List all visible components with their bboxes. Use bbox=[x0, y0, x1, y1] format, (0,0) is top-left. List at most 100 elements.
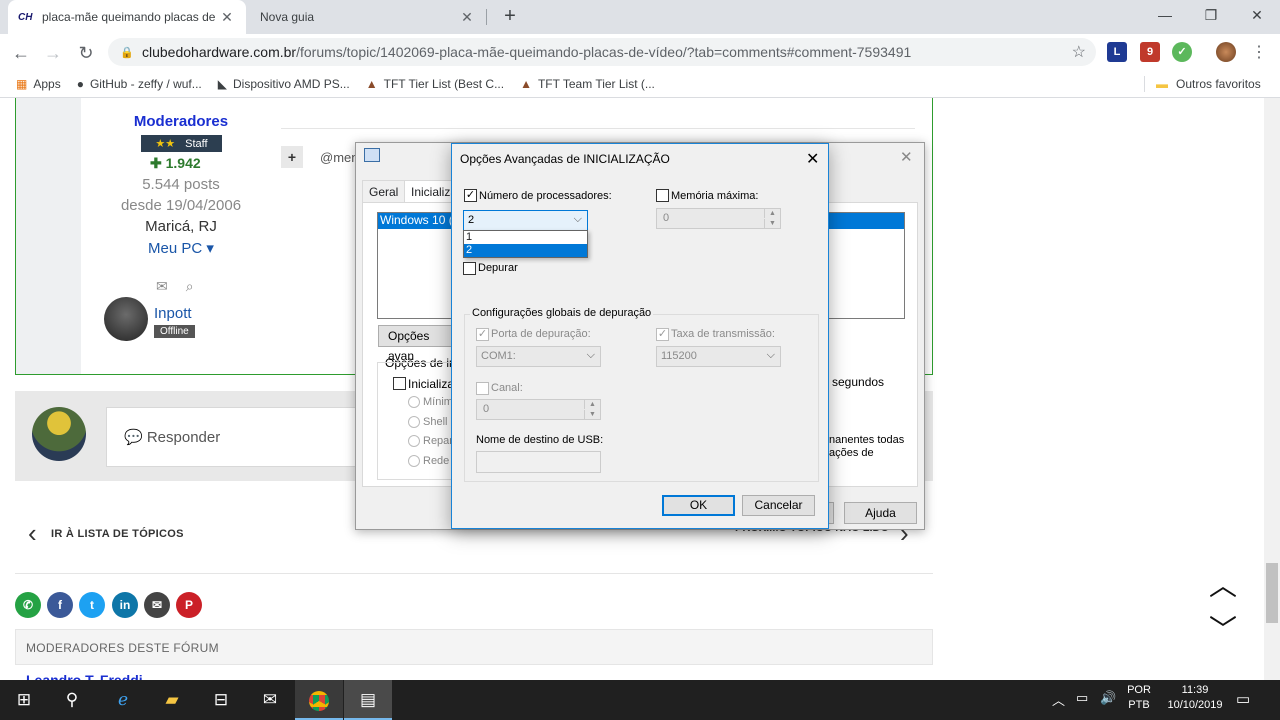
bookmark-tft-2[interactable]: ▲ TFT Team Tier List (... bbox=[520, 77, 655, 91]
ok-button[interactable]: OK bbox=[662, 495, 735, 516]
back-to-topics-link[interactable]: ‹ IR À LISTA DE TÓPICOS bbox=[28, 518, 184, 549]
dropdown-option-selected[interactable]: 2 bbox=[464, 244, 587, 257]
profile-avatar[interactable] bbox=[1216, 42, 1236, 62]
tft-icon: ▲ bbox=[520, 76, 532, 91]
author-column bbox=[16, 98, 81, 374]
network-icon[interactable]: ▭ bbox=[1076, 690, 1088, 706]
tab-general[interactable]: Geral bbox=[362, 180, 406, 202]
edge-icon[interactable]: ℯ bbox=[99, 680, 147, 720]
num-processors-select[interactable]: 2 ⌵ bbox=[463, 210, 588, 231]
permanent-label-2: ações de bbox=[829, 447, 874, 459]
other-favorites-label: Outros favoritos bbox=[1176, 77, 1261, 91]
radio-repair[interactable] bbox=[408, 435, 420, 447]
baud-rate-checkbox[interactable]: ✓ bbox=[656, 328, 669, 341]
back-button[interactable]: ← bbox=[8, 40, 34, 66]
my-pc-link[interactable]: Meu PC ▾ bbox=[81, 239, 281, 257]
mail-icon[interactable]: ✉ bbox=[246, 680, 294, 720]
spin-up-icon[interactable]: ▲ bbox=[584, 400, 600, 409]
extension-icon[interactable]: ✓ bbox=[1172, 42, 1192, 62]
avatar[interactable] bbox=[104, 297, 148, 341]
baud-rate-select[interactable]: 115200 ⌵ bbox=[656, 346, 781, 367]
moderator-link[interactable]: Leandro T. Freddi... bbox=[26, 672, 154, 680]
max-memory-checkbox[interactable] bbox=[656, 189, 669, 202]
close-tab-icon[interactable]: ✕ bbox=[458, 9, 476, 26]
plus-circle-icon: ✚ bbox=[150, 155, 166, 171]
pinterest-icon[interactable]: P bbox=[176, 592, 202, 618]
twitter-icon[interactable]: t bbox=[79, 592, 105, 618]
forward-button[interactable]: → bbox=[40, 40, 66, 66]
maximize-button[interactable]: ❐ bbox=[1188, 0, 1234, 30]
help-button[interactable]: Ajuda bbox=[844, 502, 917, 524]
msconfig-icon bbox=[364, 148, 380, 162]
mail-icon[interactable]: ✉ bbox=[156, 278, 168, 295]
site-favicon: CH bbox=[18, 11, 33, 23]
radio-minimal[interactable] bbox=[408, 396, 420, 408]
debug-port-checkbox[interactable]: ✓ bbox=[476, 328, 489, 341]
scroll-down-icon[interactable]: ﹀ bbox=[1208, 608, 1238, 648]
max-memory-spinner[interactable]: 0 ▲ ▼ bbox=[656, 208, 781, 229]
chrome-icon[interactable] bbox=[295, 680, 343, 720]
scroll-thumb[interactable] bbox=[1266, 563, 1278, 623]
radio-shell[interactable] bbox=[408, 416, 420, 428]
menu-icon[interactable]: ⋮ bbox=[1246, 40, 1272, 66]
facebook-icon[interactable]: f bbox=[47, 592, 73, 618]
whatsapp-icon[interactable]: ✆ bbox=[15, 592, 41, 618]
bookmark-apps[interactable]: ▦ Apps bbox=[16, 77, 61, 91]
new-tab-button[interactable]: + bbox=[498, 4, 522, 28]
close-icon[interactable]: ✕ bbox=[806, 149, 819, 169]
dropdown-option[interactable]: 1 bbox=[464, 231, 587, 244]
file-explorer-icon[interactable]: ▰ bbox=[148, 680, 196, 720]
other-favorites[interactable]: ▬ Outros favoritos bbox=[1156, 70, 1261, 98]
msconfig-taskbar-icon[interactable]: ▤ bbox=[344, 680, 392, 720]
expand-button[interactable]: + bbox=[281, 146, 303, 168]
spin-down-icon[interactable]: ▼ bbox=[584, 410, 600, 419]
clock[interactable]: 11:39 10/10/2019 bbox=[1160, 684, 1230, 711]
scroll-up-icon[interactable]: ︿ bbox=[1208, 564, 1238, 604]
chevron-down-icon: ⌵ bbox=[586, 349, 595, 361]
spin-down-icon[interactable]: ▼ bbox=[764, 219, 780, 228]
tab-active[interactable]: CH placa-mãe queimando placas de ✕ bbox=[8, 0, 246, 34]
bookmark-github[interactable]: ● GitHub - zeffy / wuf... bbox=[77, 77, 202, 91]
tab-new[interactable]: Nova guia ✕ bbox=[250, 0, 486, 34]
username[interactable]: Inpott bbox=[154, 305, 192, 322]
cancel-button[interactable]: Cancelar bbox=[742, 495, 815, 516]
minimize-button[interactable]: — bbox=[1142, 0, 1188, 30]
num-processors-checkbox[interactable]: ✓ bbox=[464, 189, 477, 202]
email-icon[interactable]: ✉ bbox=[144, 592, 170, 618]
chevron-up-icon[interactable]: ︿ bbox=[1052, 690, 1065, 709]
store-icon[interactable]: ⊟ bbox=[197, 680, 245, 720]
channel-spinner[interactable]: 0 ▲ ▼ bbox=[476, 399, 601, 420]
debug-port-label: Porta de depuração: bbox=[491, 328, 591, 340]
usb-target-input[interactable] bbox=[476, 451, 601, 473]
advanced-options-button[interactable]: Opções avan bbox=[378, 325, 454, 363]
moderators-header: MODERADORES DESTE FÓRUM bbox=[15, 629, 933, 665]
radio-network[interactable] bbox=[408, 455, 420, 467]
extension-icon[interactable]: 9 bbox=[1140, 42, 1160, 62]
address-bar[interactable]: 🔒 clubedohardware.com.br/forums/topic/14… bbox=[108, 38, 1096, 66]
channel-checkbox[interactable] bbox=[476, 382, 489, 395]
extension-icon[interactable]: L bbox=[1107, 42, 1127, 62]
windows-start-icon[interactable]: ⊞ bbox=[0, 680, 48, 720]
debug-port-select[interactable]: COM1: ⌵ bbox=[476, 346, 601, 367]
debug-label: Depurar bbox=[478, 262, 518, 274]
safe-boot-checkbox[interactable] bbox=[393, 377, 406, 390]
close-icon[interactable]: ✕ bbox=[900, 148, 913, 166]
bookmark-amd[interactable]: ◣ Dispositivo AMD PS... bbox=[218, 77, 350, 91]
close-tab-icon[interactable]: ✕ bbox=[218, 9, 236, 26]
bookmark-tft-1[interactable]: ▲ TFT Tier List (Best C... bbox=[366, 77, 504, 91]
spin-up-icon[interactable]: ▲ bbox=[764, 209, 780, 218]
num-processors-label: Número de processadores: bbox=[479, 190, 612, 202]
tft-icon: ▲ bbox=[365, 76, 378, 91]
bookmark-label: Apps bbox=[33, 76, 61, 91]
language-indicator[interactable]: POR PTB bbox=[1124, 684, 1154, 711]
close-window-button[interactable]: ✕ bbox=[1234, 0, 1280, 30]
search-icon[interactable]: ⚲ bbox=[48, 680, 96, 720]
volume-icon[interactable]: 🔊 bbox=[1100, 690, 1116, 706]
notifications-icon[interactable]: ▭ bbox=[1236, 690, 1250, 708]
apps-icon: ▦ bbox=[16, 76, 28, 91]
debug-checkbox[interactable] bbox=[463, 262, 476, 275]
linkedin-icon[interactable]: in bbox=[112, 592, 138, 618]
bookmark-star-icon[interactable]: ☆ bbox=[1072, 42, 1086, 62]
search-icon[interactable]: ⌕ bbox=[186, 278, 194, 295]
reload-button[interactable]: ↻ bbox=[73, 40, 99, 66]
